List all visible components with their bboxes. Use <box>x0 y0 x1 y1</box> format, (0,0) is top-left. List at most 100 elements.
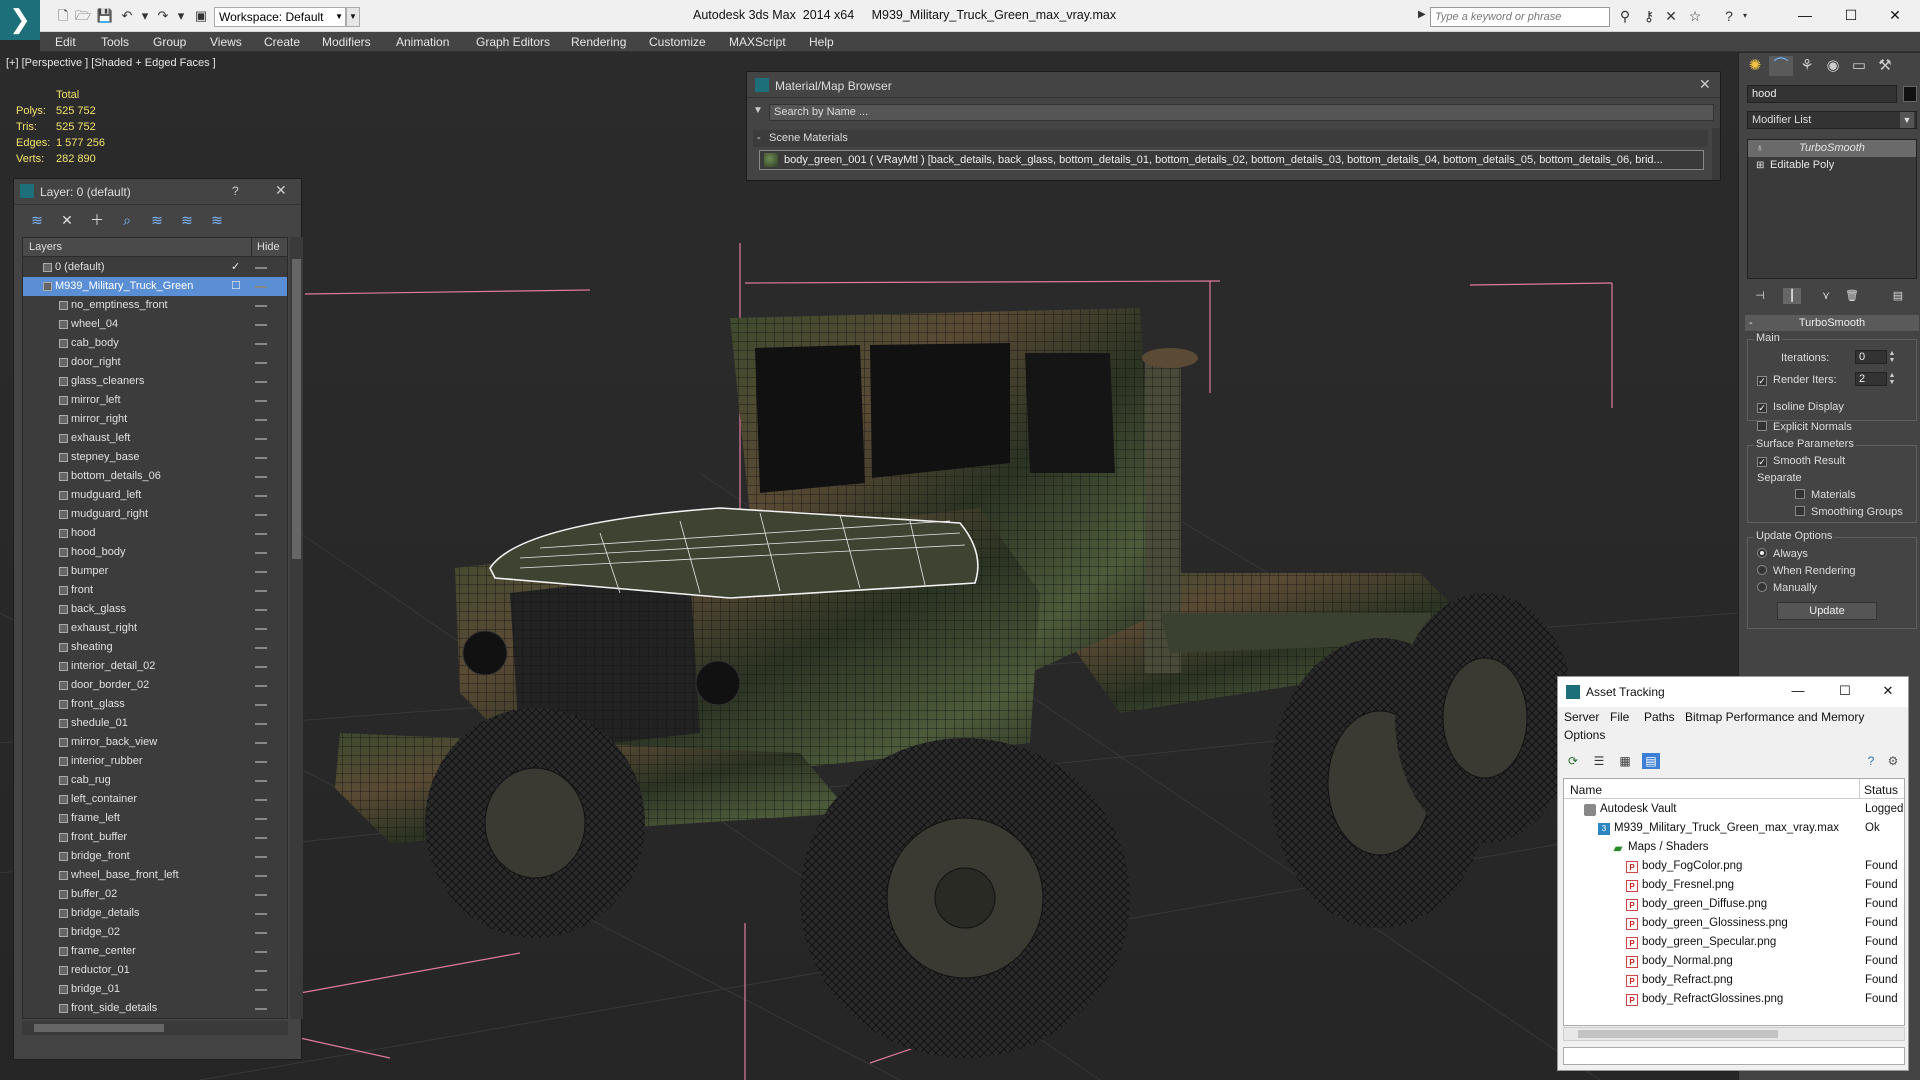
hide-toggle[interactable] <box>255 267 267 269</box>
workspace-menu-button[interactable]: ▼ <box>346 7 360 27</box>
scene-materials-group[interactable]: - Scene Materials <box>753 130 1708 147</box>
asset-table-hscrollbar[interactable] <box>1563 1027 1905 1041</box>
hide-toggle[interactable] <box>255 400 267 402</box>
object-row[interactable]: front_glass <box>23 695 287 714</box>
object-row[interactable]: no_emptiness_front <box>23 296 287 315</box>
spinner-arrows-icon[interactable]: ▲ ▼ <box>1887 350 1897 364</box>
hide-toggle[interactable] <box>255 609 267 611</box>
object-row[interactable]: mirror_left <box>23 391 287 410</box>
communication-icon[interactable]: ✕ <box>1662 8 1680 24</box>
utilities-tab-icon[interactable]: ⚒ <box>1873 56 1897 76</box>
key-icon[interactable]: ⚷ <box>1640 8 1658 24</box>
menu-paths[interactable]: Paths <box>1644 710 1675 724</box>
object-row[interactable]: front_buffer <box>23 828 287 847</box>
object-row[interactable]: buffer_02 <box>23 885 287 904</box>
redo-icon[interactable]: ↷ <box>154 8 172 24</box>
object-row[interactable]: frame_left <box>23 809 287 828</box>
separate-materials-checkbox[interactable]: Materials <box>1795 489 1856 501</box>
object-row[interactable]: sheating <box>23 638 287 657</box>
make-unique-icon[interactable]: ⋎ <box>1817 288 1835 304</box>
object-row[interactable]: back_glass <box>23 600 287 619</box>
hide-toggle[interactable] <box>255 305 267 307</box>
save-icon[interactable]: 💾 <box>96 8 114 24</box>
settings-icon[interactable]: ⚙ <box>1884 753 1902 769</box>
binoculars-icon[interactable]: ⚲ <box>1616 8 1634 24</box>
pin-stack-icon[interactable]: ⊣ <box>1751 288 1769 304</box>
material-search-input[interactable]: Search by Name ... <box>769 104 1714 121</box>
object-row[interactable]: shedule_01 <box>23 714 287 733</box>
object-row[interactable]: cab_body <box>23 334 287 353</box>
object-row[interactable]: door_right <box>23 353 287 372</box>
display-tab-icon[interactable]: ▭ <box>1847 56 1871 76</box>
separate-smoothing-groups-checkbox[interactable]: Smoothing Groups <box>1795 506 1903 518</box>
configure-sets-icon[interactable]: ▤ <box>1889 288 1907 304</box>
object-row[interactable]: hood_body <box>23 543 287 562</box>
object-row[interactable]: front_side_details <box>23 999 287 1018</box>
hide-toggle[interactable] <box>255 324 267 326</box>
asset-row[interactable]: Pbody_Fresnel.png Found <box>1564 876 1904 895</box>
help-icon[interactable]: ? <box>1862 753 1880 769</box>
asset-row[interactable]: Pbody_RefractGlossines.png Found <box>1564 990 1904 1009</box>
hide-toggle[interactable] <box>255 1008 267 1010</box>
redo-dropdown-icon[interactable]: ▾ <box>172 8 190 24</box>
menu-server[interactable]: Server <box>1564 710 1599 724</box>
hide-toggle[interactable] <box>255 362 267 364</box>
hide-toggle[interactable] <box>255 685 267 687</box>
hide-toggle[interactable] <box>255 742 267 744</box>
object-row[interactable]: mirror_back_view <box>23 733 287 752</box>
show-end-result-icon[interactable]: ┃ <box>1783 288 1801 304</box>
menu-views[interactable]: Views <box>210 35 242 49</box>
asset-row[interactable]: 3 M939_Military_Truck_Green_max_vray.max O… <box>1564 819 1904 838</box>
minimize-button[interactable]: — <box>1788 683 1808 698</box>
current-layer-box-icon[interactable]: ☐ <box>231 277 241 296</box>
update-button[interactable]: Update <box>1777 602 1877 620</box>
render-iters-spinner[interactable]: 2 <box>1855 372 1887 386</box>
asset-tracking-title-bar[interactable]: Asset Tracking — ☐ ✕ <box>1558 677 1908 707</box>
update-always-radio[interactable]: Always <box>1757 548 1808 560</box>
hide-toggle[interactable] <box>255 818 267 820</box>
menu-rendering[interactable]: Rendering <box>571 35 626 49</box>
object-row[interactable]: cab_base <box>23 1018 287 1019</box>
menu-graph-editors[interactable]: Graph Editors <box>476 35 550 49</box>
object-row[interactable]: exhaust_left <box>23 429 287 448</box>
thumbnail-view-icon[interactable]: ▦ <box>1616 753 1634 769</box>
hide-toggle[interactable] <box>255 343 267 345</box>
iterations-spinner[interactable]: 0 <box>1855 350 1887 364</box>
hide-toggle[interactable] <box>255 799 267 801</box>
stack-item-turbosmooth[interactable]: ♁ TurboSmooth <box>1748 140 1916 157</box>
hierarchy-tab-icon[interactable]: ⚘ <box>1795 56 1819 76</box>
hide-toggle[interactable] <box>255 761 267 763</box>
object-row[interactable]: mudguard_right <box>23 505 287 524</box>
object-name-field[interactable]: hood <box>1747 85 1897 103</box>
menu-maxscript[interactable]: MAXScript <box>729 35 786 49</box>
workspace-dropdown[interactable]: Workspace: Default ▼ <box>214 7 346 27</box>
collapse-icon[interactable]: - <box>757 130 761 147</box>
hide-toggle[interactable] <box>255 628 267 630</box>
undo-dropdown-icon[interactable]: ▾ <box>136 8 154 24</box>
object-row[interactable]: mirror_right <box>23 410 287 429</box>
asset-table[interactable]: Name Status Autodesk Vault Logged 3 M939_Mi… <box>1563 778 1905 1026</box>
hide-toggle[interactable] <box>255 457 267 459</box>
object-row[interactable]: bridge_01 <box>23 980 287 999</box>
object-row[interactable]: exhaust_right <box>23 619 287 638</box>
object-row[interactable]: cab_rug <box>23 771 287 790</box>
object-row[interactable]: glass_cleaners <box>23 372 287 391</box>
menu-create[interactable]: Create <box>264 35 300 49</box>
hide-toggle[interactable] <box>255 438 267 440</box>
hide-toggle[interactable] <box>255 666 267 668</box>
object-row[interactable]: bridge_details <box>23 904 287 923</box>
lightbulb-icon[interactable]: ♁ <box>1756 140 1764 157</box>
menu-modifiers[interactable]: Modifiers <box>322 35 371 49</box>
expand-plus-icon[interactable]: ⊞ <box>1756 157 1764 174</box>
hide-toggle[interactable] <box>255 856 267 858</box>
menu-bitmap-performance[interactable]: Bitmap Performance and Memory <box>1685 710 1864 724</box>
update-when-rendering-radio[interactable]: When Rendering <box>1757 565 1856 577</box>
asset-row[interactable]: Autodesk Vault Logged <box>1564 800 1904 819</box>
object-row[interactable]: frame_center <box>23 942 287 961</box>
object-row[interactable]: bottom_details_06 <box>23 467 287 486</box>
remove-modifier-icon[interactable]: 🗑 <box>1843 288 1861 304</box>
explicit-normals-checkbox[interactable]: Explicit Normals <box>1757 421 1852 433</box>
delete-layer-icon[interactable]: ✕ <box>58 211 76 229</box>
maximize-button[interactable]: ☐ <box>1836 4 1866 26</box>
object-row[interactable]: wheel_04 <box>23 315 287 334</box>
